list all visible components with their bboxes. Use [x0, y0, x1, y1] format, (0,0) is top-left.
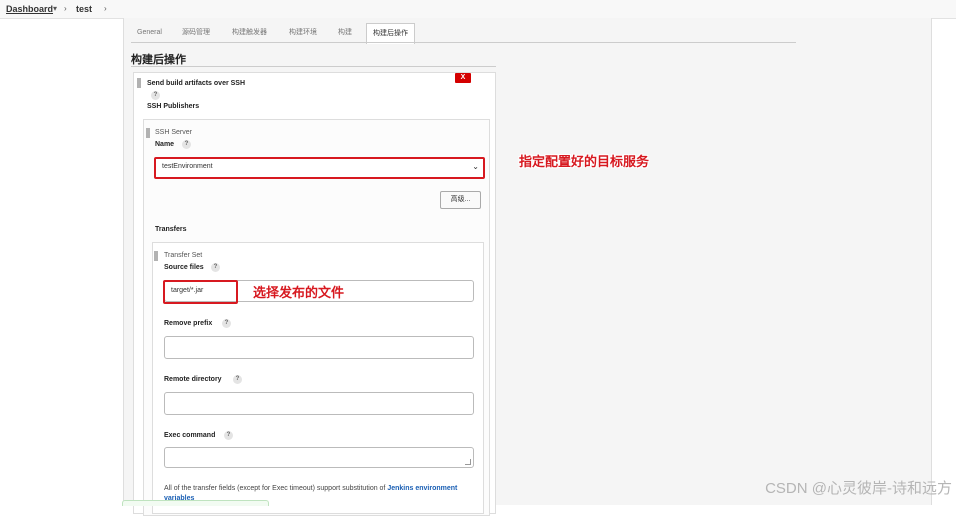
breadcrumb-job-link[interactable]: test: [76, 4, 92, 14]
tab-source-control[interactable]: 源码管理: [176, 23, 216, 42]
exec-command-textarea[interactable]: [164, 447, 474, 468]
transfers-label: Transfers: [155, 226, 187, 233]
delete-step-button[interactable]: X: [455, 73, 471, 83]
help-icon[interactable]: ?: [224, 431, 233, 440]
ssh-server-header: SSH Server: [155, 129, 192, 136]
help-icon[interactable]: ?: [233, 375, 242, 384]
breadcrumb-dashboard-link[interactable]: Dashboard: [6, 4, 53, 14]
remove-prefix-label: Remove prefix: [164, 320, 213, 327]
section-title: 构建后操作: [131, 54, 186, 66]
transfer-set-header: Transfer Set: [164, 252, 203, 259]
help-icon[interactable]: ?: [211, 263, 220, 272]
chevron-down-icon: ⌄: [472, 162, 479, 171]
tab-build[interactable]: 构建: [332, 23, 358, 42]
source-files-highlight: [163, 280, 238, 304]
help-icon[interactable]: ?: [182, 140, 191, 149]
section-divider: [131, 66, 496, 67]
name-label: Name: [155, 141, 175, 148]
tab-build-triggers[interactable]: 构建触发器: [226, 23, 273, 42]
ssh-publishers-label: SSH Publishers: [147, 103, 200, 110]
remote-directory-input[interactable]: [164, 392, 474, 415]
chevron-down-icon[interactable]: ▾: [53, 4, 57, 13]
drag-handle-icon[interactable]: [137, 78, 141, 88]
tab-post-build[interactable]: 构建后操作: [366, 23, 415, 44]
tab-general[interactable]: General: [131, 23, 168, 42]
drag-handle-icon[interactable]: [146, 128, 150, 138]
annotation-select-files: 选择发布的文件: [253, 285, 345, 300]
annotation-target-server: 指定配置好的目标服务: [519, 154, 650, 169]
help-icon[interactable]: ?: [151, 91, 160, 100]
advanced-button[interactable]: 高级...: [440, 191, 481, 209]
step-title: Send build artifacts over SSH: [147, 80, 246, 87]
tab-build-environment[interactable]: 构建环境: [283, 23, 323, 42]
breadcrumb: Dashboard ▾ › test ›: [0, 0, 956, 19]
breadcrumb-separator-icon[interactable]: ›: [104, 4, 107, 13]
bottom-status-bar: [122, 500, 269, 506]
ssh-server-name-value: testEnvironment: [162, 163, 213, 170]
breadcrumb-separator-icon: ›: [64, 4, 67, 13]
resize-handle-icon[interactable]: [465, 459, 471, 465]
transfer-help-text-prefix: All of the transfer fields (except for E…: [164, 485, 388, 492]
drag-handle-icon[interactable]: [154, 251, 158, 261]
tab-divider: [131, 42, 796, 43]
watermark: CSDN @心灵彼岸-诗和远方: [765, 480, 952, 497]
ssh-server-name-select[interactable]: testEnvironment ⌄: [154, 157, 485, 179]
remote-directory-label: Remote directory: [164, 376, 222, 383]
remove-prefix-input[interactable]: [164, 336, 474, 359]
help-icon[interactable]: ?: [222, 319, 231, 328]
source-files-label: Source files: [164, 264, 204, 271]
exec-command-label: Exec command: [164, 432, 216, 439]
